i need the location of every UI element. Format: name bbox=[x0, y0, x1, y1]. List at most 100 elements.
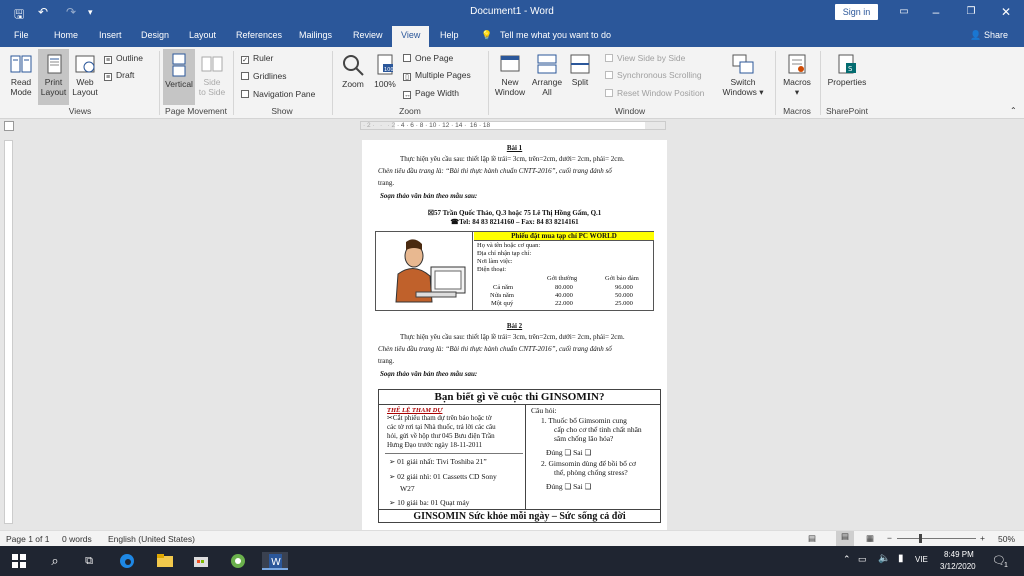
clock-date[interactable]: 3/12/2020 bbox=[940, 562, 976, 571]
app-icon[interactable] bbox=[227, 552, 249, 570]
one-page-button[interactable]: One Page bbox=[403, 53, 453, 63]
task-view-icon[interactable]: ⧉ bbox=[78, 552, 100, 570]
one-page-icon bbox=[403, 54, 411, 62]
form-field-label: Nơi làm việc: bbox=[477, 258, 513, 265]
form-field-label: Điện thoại: bbox=[477, 266, 507, 273]
restore-button[interactable]: ❐ bbox=[957, 3, 985, 21]
zoom-button[interactable]: Zoom bbox=[338, 53, 368, 89]
page-width-icon: ↔ bbox=[403, 91, 411, 99]
ribbon-display-icon[interactable]: ▭ bbox=[890, 3, 918, 21]
person-icon: 👤 bbox=[970, 30, 982, 40]
instruction-text: Soạn thảo văn bản theo mẫu sau: bbox=[380, 370, 478, 378]
outline-button[interactable]: ≡ Outline bbox=[104, 53, 143, 64]
print-layout-button[interactable]: Print Layout bbox=[38, 49, 69, 105]
zoom-slider-handle[interactable] bbox=[919, 534, 922, 543]
zoom-in-button[interactable]: + bbox=[980, 533, 985, 543]
draft-icon: ≡ bbox=[104, 73, 112, 81]
navigation-pane-checkbox[interactable]: Navigation Pane bbox=[241, 89, 315, 99]
vertical-button[interactable]: Vertical bbox=[163, 49, 195, 105]
collapse-ribbon-icon[interactable]: ⌃ bbox=[1010, 106, 1017, 115]
lightbulb-icon: 💡 bbox=[481, 30, 493, 40]
document-page[interactable]: Bài 1 Thực hiện yêu cầu sau: thiết lập l… bbox=[362, 140, 667, 530]
man-at-computer-image bbox=[395, 239, 466, 303]
side-by-side-icon bbox=[605, 54, 613, 62]
battery-icon[interactable]: ▮ bbox=[898, 553, 904, 564]
properties-button[interactable]: S Properties bbox=[824, 53, 870, 87]
store-icon[interactable] bbox=[190, 552, 212, 570]
new-window-button[interactable]: New Window bbox=[492, 53, 528, 97]
macros-button[interactable]: Macros ▾ bbox=[779, 53, 815, 97]
side-to-side-button[interactable]: Side to Side bbox=[196, 53, 228, 97]
tab-review[interactable]: Review bbox=[353, 30, 383, 40]
tab-insert[interactable]: Insert bbox=[99, 30, 122, 40]
file-explorer-icon[interactable] bbox=[154, 552, 176, 570]
web-layout-view-icon[interactable]: ▦ bbox=[866, 533, 874, 544]
share-button[interactable]: Share bbox=[984, 30, 1008, 40]
exercise-2-heading: Bài 2 bbox=[506, 322, 523, 330]
sign-in-button[interactable]: Sign in bbox=[835, 4, 878, 20]
table-cell: 25.000 bbox=[615, 300, 633, 307]
split-button[interactable]: Split bbox=[566, 53, 594, 87]
tab-design[interactable]: Design bbox=[141, 30, 169, 40]
tel-line: ☎Tel: 84 83 8214160 – Fax: 84 83 8214161 bbox=[450, 218, 579, 226]
form-field-label: Họ và tên hoặc cơ quan: bbox=[477, 242, 541, 249]
question-text: cấp cho cơ thể tinh chất nhân bbox=[554, 425, 642, 434]
table-cell: 50.000 bbox=[615, 292, 633, 299]
tab-selector[interactable] bbox=[4, 121, 14, 131]
page-count[interactable]: Page 1 of 1 bbox=[6, 534, 49, 544]
status-bar: Page 1 of 1 0 words English (United Stat… bbox=[0, 530, 1024, 546]
volume-icon[interactable]: 🔈 bbox=[878, 553, 890, 564]
form-field-label: Địa chỉ nhận tạp chí: bbox=[477, 250, 532, 257]
show-group-label: Show bbox=[271, 106, 293, 116]
ruler-checkbox[interactable]: ✓ Ruler bbox=[241, 53, 273, 64]
print-layout-view-icon[interactable]: ▤ bbox=[836, 531, 854, 546]
minimize-button[interactable]: – bbox=[922, 3, 950, 21]
arrange-all-button[interactable]: Arrange All bbox=[529, 53, 565, 97]
gridlines-checkbox[interactable]: Gridlines bbox=[241, 71, 287, 81]
tab-file[interactable]: File bbox=[14, 30, 29, 40]
question-text: 2. Gimsomin dùng để bồi bổ cơ bbox=[541, 459, 637, 468]
horizontal-ruler[interactable]: · 2 · · · 2 · 4 · 6 · 8 · 10 · 12 · 14 ·… bbox=[360, 121, 666, 130]
word-taskbar-icon[interactable]: W bbox=[262, 552, 288, 570]
network-icon[interactable]: ▭ bbox=[858, 554, 867, 565]
tab-view[interactable]: View bbox=[392, 26, 430, 47]
zoom-slider[interactable] bbox=[897, 538, 976, 539]
exercise-1-heading: Bài 1 bbox=[506, 144, 523, 152]
clock-time[interactable]: 8:49 PM bbox=[944, 550, 974, 559]
prize-item: ➢ 02 giải nhì: 01 Cassetts CD Sony bbox=[389, 472, 497, 481]
multiple-pages-button[interactable]: ▯ Multiple Pages bbox=[403, 70, 471, 81]
search-icon[interactable]: ⌕ bbox=[44, 552, 66, 570]
input-language[interactable]: VIE bbox=[915, 555, 928, 564]
tab-help[interactable]: Help bbox=[440, 30, 459, 40]
web-layout-button[interactable]: Web Layout bbox=[70, 53, 100, 97]
rules-text: Hưng Đạo trước ngày 18-11-2011 bbox=[387, 441, 483, 449]
draft-button[interactable]: ≡ Draft bbox=[104, 70, 134, 81]
zoom-100-button[interactable]: 100 100% bbox=[370, 53, 400, 89]
reset-window-position-button[interactable]: Reset Window Position bbox=[605, 88, 704, 98]
tell-me-input[interactable]: Tell me what you want to do bbox=[500, 30, 611, 40]
vertical-ruler[interactable] bbox=[4, 140, 13, 524]
read-mode-button[interactable]: Read Mode bbox=[6, 53, 36, 97]
zoom-out-button[interactable]: − bbox=[887, 533, 892, 543]
show-hidden-icons[interactable]: ⌃ bbox=[843, 554, 851, 565]
edge-icon[interactable] bbox=[116, 552, 138, 570]
tab-references[interactable]: References bbox=[236, 30, 282, 40]
tab-mailings[interactable]: Mailings bbox=[299, 30, 332, 40]
word-count[interactable]: 0 words bbox=[62, 534, 92, 544]
close-button[interactable]: ✕ bbox=[992, 3, 1020, 21]
windows-start-icon[interactable] bbox=[8, 552, 30, 570]
tab-layout[interactable]: Layout bbox=[189, 30, 216, 40]
view-side-by-side-button[interactable]: View Side by Side bbox=[605, 53, 685, 63]
question-text: thể, phòng chống stress? bbox=[554, 468, 628, 477]
read-mode-view-icon[interactable]: ▤ bbox=[808, 533, 816, 544]
paragraph-text: Chèn tiêu đầu trang là: “Bài thi thực hà… bbox=[378, 167, 612, 175]
table-cell: 22.000 bbox=[555, 300, 573, 307]
table-cell: 96.000 bbox=[615, 284, 633, 291]
zoom-level[interactable]: 50% bbox=[998, 534, 1015, 544]
tab-home[interactable]: Home bbox=[54, 30, 78, 40]
switch-windows-button[interactable]: Switch Windows ▾ bbox=[720, 53, 766, 97]
language-indicator[interactable]: English (United States) bbox=[108, 534, 195, 544]
question-text: sâm chống lão hóa? bbox=[554, 434, 614, 443]
synchronous-scrolling-button[interactable]: Synchronous Scrolling bbox=[605, 70, 702, 80]
page-width-button[interactable]: ↔ Page Width bbox=[403, 88, 459, 99]
